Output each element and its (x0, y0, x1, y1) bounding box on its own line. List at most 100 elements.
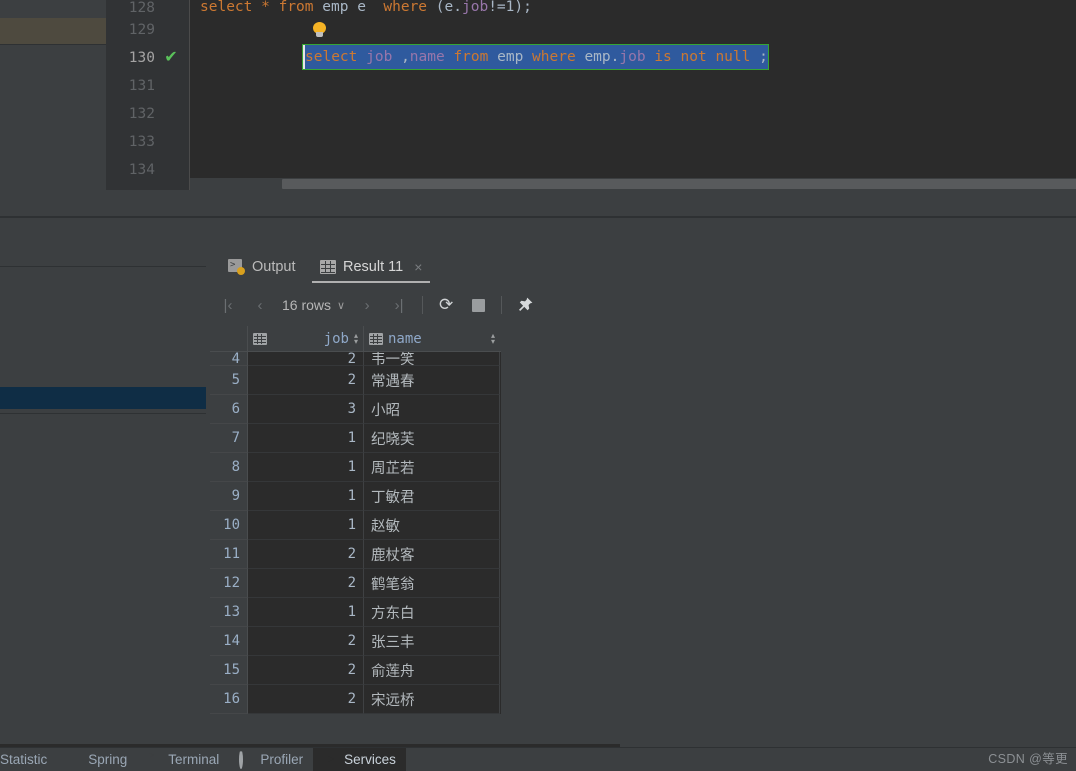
sort-arrows-icon[interactable]: ▴ ▾ (491, 332, 495, 346)
cell-name[interactable]: 周芷若 (364, 453, 500, 482)
row-number-cell[interactable]: 13 (210, 598, 248, 627)
output-icon: > (228, 258, 245, 275)
cell-job[interactable]: 2 (248, 627, 364, 656)
ide-window: 128 129 130 ✔ 131 132 133 134 select * f… (0, 0, 1076, 771)
row-number-cell[interactable]: 11 (210, 540, 248, 569)
grid-header-job[interactable]: job ▴ ▾ (248, 326, 364, 352)
chevron-down-icon: ∨ (337, 299, 346, 312)
row-number-cell[interactable]: 10 (210, 511, 248, 540)
result-grid[interactable]: job ▴ ▾ name ▴ ▾ 4 2 韦一笑 5 2 常遇春 6 3 小昭 7 1 纪晓芙 8 1 周芷若 9… (210, 326, 501, 714)
cell-job[interactable]: 1 (248, 424, 364, 453)
cell-name[interactable]: 宋远桥 (364, 685, 500, 714)
row-number-cell[interactable]: 6 (210, 395, 248, 424)
table-row[interactable]: 12 2 鹤笔翁 (210, 569, 501, 598)
cell-job[interactable]: 1 (248, 598, 364, 627)
editor-hscrollbar-track[interactable] (190, 178, 1076, 190)
statusbar-item-profiler[interactable]: Profiler (229, 748, 313, 771)
tab-output[interactable]: > Output (220, 250, 304, 283)
code-token: is (654, 49, 672, 65)
table-row[interactable]: 14 2 张三丰 (210, 627, 501, 656)
left-panel-selected-row[interactable] (0, 387, 206, 409)
statusbar-item-label: Statistic (0, 752, 48, 767)
stop-query-button[interactable] (462, 289, 494, 321)
cell-job[interactable]: 1 (248, 511, 364, 540)
row-number-cell[interactable]: 5 (210, 366, 248, 395)
code-token: select (200, 0, 253, 15)
cell-job[interactable]: 2 (248, 352, 364, 366)
tab-result-11[interactable]: Result 11 × (312, 250, 431, 283)
sort-arrows-icon[interactable]: ▴ ▾ (354, 332, 358, 346)
grid-body[interactable]: 4 2 韦一笑 5 2 常遇春 6 3 小昭 7 1 纪晓芙 8 1 周芷若 9 1 丁敏君 10 1 赵敏 11 2 鹿杖客… (210, 352, 501, 714)
cell-job[interactable]: 2 (248, 656, 364, 685)
row-number-cell[interactable]: 12 (210, 569, 248, 598)
cell-name[interactable]: 鹤笔翁 (364, 569, 500, 598)
table-row[interactable]: 5 2 常遇春 (210, 366, 501, 395)
cell-name[interactable]: 丁敏君 (364, 482, 500, 511)
next-page-button[interactable]: › (351, 289, 383, 321)
row-number-cell[interactable]: 9 (210, 482, 248, 511)
cell-name[interactable]: 鹿杖客 (364, 540, 500, 569)
cell-name[interactable]: 纪晓芙 (364, 424, 500, 453)
table-row[interactable]: 13 1 方东白 (210, 598, 501, 627)
selected-sql-statement[interactable]: select job ,name from emp where emp.job … (302, 44, 769, 70)
table-row[interactable]: 8 1 周芷若 (210, 453, 501, 482)
table-row[interactable]: 6 3 小昭 (210, 395, 501, 424)
prev-page-button[interactable]: ‹ (244, 289, 276, 321)
cell-name[interactable]: 韦一笑 (364, 352, 500, 366)
table-row[interactable]: 15 2 俞莲舟 (210, 656, 501, 685)
cell-job[interactable]: 2 (248, 569, 364, 598)
profiler-icon (239, 750, 254, 769)
cell-name[interactable]: 常遇春 (364, 366, 500, 395)
row-number-cell[interactable]: 4 (210, 352, 248, 366)
table-row[interactable]: 16 2 宋远桥 (210, 685, 501, 714)
cell-name[interactable]: 俞莲舟 (364, 656, 500, 685)
statusbar-item-terminal[interactable]: Terminal (137, 748, 229, 771)
pin-tab-button[interactable] (509, 289, 541, 321)
cell-job[interactable]: 1 (248, 453, 364, 482)
pin-icon (519, 297, 533, 311)
cell-name[interactable]: 赵敏 (364, 511, 500, 540)
editor-hscrollbar-thumb[interactable] (282, 179, 1076, 189)
rows-count-dropdown[interactable]: 16 rows ∨ (276, 289, 351, 321)
cell-job[interactable]: 2 (248, 540, 364, 569)
row-number-cell[interactable]: 15 (210, 656, 248, 685)
table-row[interactable]: 9 1 丁敏君 (210, 482, 501, 511)
cell-job[interactable]: 2 (248, 366, 364, 395)
cell-name[interactable]: 张三丰 (364, 627, 500, 656)
cell-name[interactable]: 小昭 (364, 395, 500, 424)
statusbar-item-services[interactable]: Services (313, 747, 406, 771)
row-number-cell[interactable]: 7 (210, 424, 248, 453)
editor-gutter[interactable]: 128 129 130 ✔ 131 132 133 134 (106, 0, 190, 190)
sql-editor[interactable]: 128 129 130 ✔ 131 132 133 134 select * f… (106, 0, 1076, 190)
watermark: CSDN @等更 (988, 752, 1068, 766)
cell-job[interactable]: 3 (248, 395, 364, 424)
cell-job[interactable]: 1 (248, 482, 364, 511)
table-row[interactable]: 4 2 韦一笑 (210, 352, 501, 366)
cell-job[interactable]: 2 (248, 685, 364, 714)
first-page-button[interactable]: |‹ (212, 289, 244, 321)
left-panel (0, 218, 206, 747)
statusbar-item-spring[interactable]: Spring (57, 748, 137, 771)
table-row[interactable]: 10 1 赵敏 (210, 511, 501, 540)
statusbar-item-statistic[interactable]: Statistic (0, 748, 57, 771)
grid-header-name[interactable]: name ▴ ▾ (364, 326, 500, 352)
code-token: e (357, 0, 366, 15)
table-row[interactable]: 7 1 纪晓芙 (210, 424, 501, 453)
cell-name[interactable]: 方东白 (364, 598, 500, 627)
close-icon[interactable]: × (414, 259, 422, 275)
last-page-button[interactable]: ›| (383, 289, 415, 321)
code-token: emp (322, 0, 349, 15)
row-number-cell[interactable]: 16 (210, 685, 248, 714)
row-number-cell[interactable]: 8 (210, 453, 248, 482)
row-number-cell[interactable]: 14 (210, 627, 248, 656)
code-token: !=1); (488, 0, 532, 15)
lightbulb-icon[interactable] (312, 22, 327, 37)
code-token: where (532, 49, 576, 65)
code-token: select (305, 49, 358, 65)
table-row[interactable]: 11 2 鹿杖客 (210, 540, 501, 569)
statusbar-item-label: Services (344, 752, 396, 767)
reload-page-button[interactable]: ⟳ (430, 289, 462, 321)
